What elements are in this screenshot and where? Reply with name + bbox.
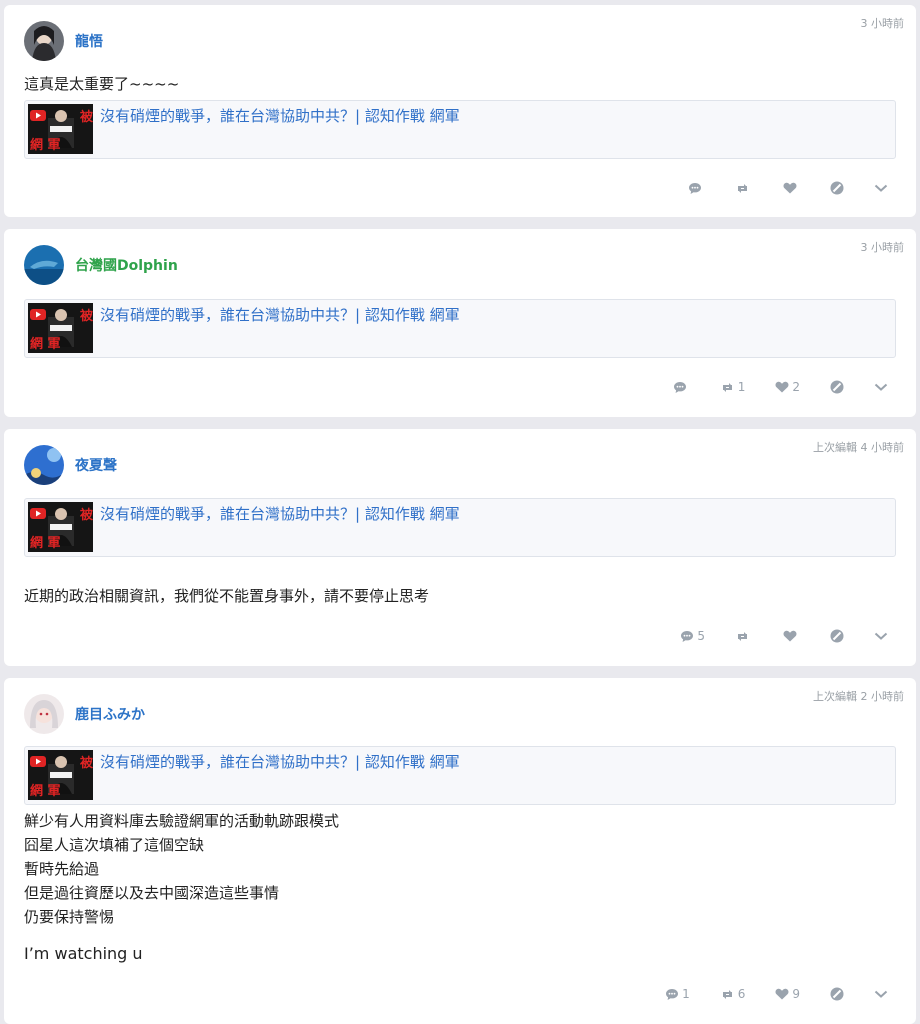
post-actions [658,178,888,198]
link-preview[interactable]: 被網 軍 沒有硝煙的戰爭，誰在台灣協助中共？| 認知作戰 網軍 [24,299,896,358]
like-button[interactable] [783,630,800,642]
timestamp[interactable]: 3 小時前 [861,239,905,255]
comment-button[interactable]: 5 [680,629,705,643]
repost-count: 6 [737,987,746,1001]
heart-icon [775,381,789,393]
comment-icon [680,630,694,643]
repost-button[interactable]: 6 [720,987,746,1001]
block-icon [830,380,844,394]
post-card: 鹿目ふみか 上次編輯 2 小時前 被網 軍 沒有硝煙的戰爭，誰在台灣協助中共？|… [4,678,916,1024]
more-button[interactable] [874,989,888,999]
repost-icon [735,630,750,643]
more-button[interactable] [874,631,888,641]
more-button[interactable] [874,183,888,193]
svg-text:被: 被 [79,507,93,523]
svg-text:網 軍: 網 軍 [30,783,61,799]
avatar[interactable] [24,694,64,734]
avatar[interactable] [24,21,64,61]
comment-icon [673,381,687,394]
post-card: 台灣國Dolphin 3 小時前 被網 軍 沒有硝煙的戰爭，誰在台灣協助中共？|… [4,229,916,417]
repost-icon [720,381,735,394]
repost-count: 1 [737,380,746,394]
timestamp[interactable]: 上次編輯 4 小時前 [813,439,904,455]
repost-icon [720,988,735,1001]
chevron-down-icon [874,631,888,641]
like-button[interactable]: 2 [775,380,800,394]
comment-button[interactable] [688,182,705,195]
comment-button[interactable] [673,381,690,394]
link-title[interactable]: 沒有硝煙的戰爭，誰在台灣協助中共？| 認知作戰 網軍 [100,105,460,126]
repost-button[interactable]: 1 [720,380,746,394]
username[interactable]: 龍悟 [75,31,103,51]
timestamp[interactable]: 上次編輯 2 小時前 [813,688,904,704]
video-thumbnail: 被網 軍 [28,303,93,353]
link-preview[interactable]: 被網 軍 沒有硝煙的戰爭，誰在台灣協助中共？| 認知作戰 網軍 [24,746,896,805]
chevron-down-icon [874,382,888,392]
text-line: 暫時先給過 [24,860,100,878]
avatar[interactable] [24,245,64,285]
username[interactable]: 夜夏聲 [75,455,117,475]
post-text: 這真是太重要了~~~~ [24,75,180,93]
text-line: 仍要保持警惕 [24,908,115,926]
more-button[interactable] [874,382,888,392]
block-icon [830,629,844,643]
block-button[interactable] [830,181,844,195]
post-card: 夜夏聲 上次編輯 4 小時前 被網 軍 沒有硝煙的戰爭，誰在台灣協助中共？| 認… [4,429,916,666]
heart-icon [775,988,789,1000]
username[interactable]: 台灣國Dolphin [75,255,178,275]
svg-text:網 軍: 網 軍 [30,137,61,153]
post-actions: 1 2 [643,377,888,397]
link-title[interactable]: 沒有硝煙的戰爭，誰在台灣協助中共？| 認知作戰 網軍 [100,751,460,772]
post-card: 龍悟 3 小時前 這真是太重要了~~~~ 被網 軍 沒有硝煙的戰爭，誰在台灣協助… [4,5,916,217]
video-thumbnail: 被網 軍 [28,750,93,800]
username[interactable]: 鹿目ふみか [75,704,145,724]
link-preview[interactable]: 被網 軍 沒有硝煙的戰爭，誰在台灣協助中共？| 認知作戰 網軍 [24,100,896,159]
like-count: 9 [792,987,800,1001]
block-button[interactable] [830,380,844,394]
text-line: 囧星人這次填補了這個空缺 [24,836,205,854]
chevron-down-icon [874,989,888,999]
block-icon [830,181,844,195]
block-button[interactable] [830,987,844,1001]
post-actions: 5 [650,626,888,646]
comment-icon [688,182,702,195]
repost-button[interactable] [735,630,753,643]
svg-text:網 軍: 網 軍 [30,535,61,551]
link-preview[interactable]: 被網 軍 沒有硝煙的戰爭，誰在台灣協助中共？| 認知作戰 網軍 [24,498,896,557]
comment-button[interactable]: 1 [665,987,690,1001]
repost-icon [735,182,750,195]
comment-icon [665,988,679,1001]
post-text-extra: I’m watching u [24,944,143,963]
like-button[interactable] [783,182,800,194]
post-text: 近期的政治相關資訊，我們從不能置身事外，請不要停止思考 [24,587,430,605]
chevron-down-icon [874,183,888,193]
repost-button[interactable] [735,182,753,195]
link-title[interactable]: 沒有硝煙的戰爭，誰在台灣協助中共？| 認知作戰 網軍 [100,304,460,325]
video-thumbnail: 被網 軍 [28,104,93,154]
svg-text:網 軍: 網 軍 [30,336,61,352]
post-actions: 1 6 9 [635,984,888,1004]
comment-count: 5 [697,629,705,643]
block-icon [830,987,844,1001]
comment-count: 1 [682,987,690,1001]
avatar[interactable] [24,445,64,485]
block-button[interactable] [830,629,844,643]
link-title[interactable]: 沒有硝煙的戰爭，誰在台灣協助中共？| 認知作戰 網軍 [100,503,460,524]
heart-icon [783,630,797,642]
like-count: 2 [792,380,800,394]
svg-text:被: 被 [79,109,93,125]
text-line: 鮮少有人用資料庫去驗證網軍的活動軌跡跟模式 [24,812,340,830]
text-line: 但是過往資歷以及去中國深造這些事情 [24,884,280,902]
video-thumbnail: 被網 軍 [28,502,93,552]
svg-text:被: 被 [79,308,93,324]
post-text: 鮮少有人用資料庫去驗證網軍的活動軌跡跟模式 囧星人這次填補了這個空缺 暫時先給過… [24,809,339,929]
like-button[interactable]: 9 [775,987,800,1001]
svg-text:被: 被 [79,755,93,771]
timestamp[interactable]: 3 小時前 [861,15,905,31]
heart-icon [783,182,797,194]
